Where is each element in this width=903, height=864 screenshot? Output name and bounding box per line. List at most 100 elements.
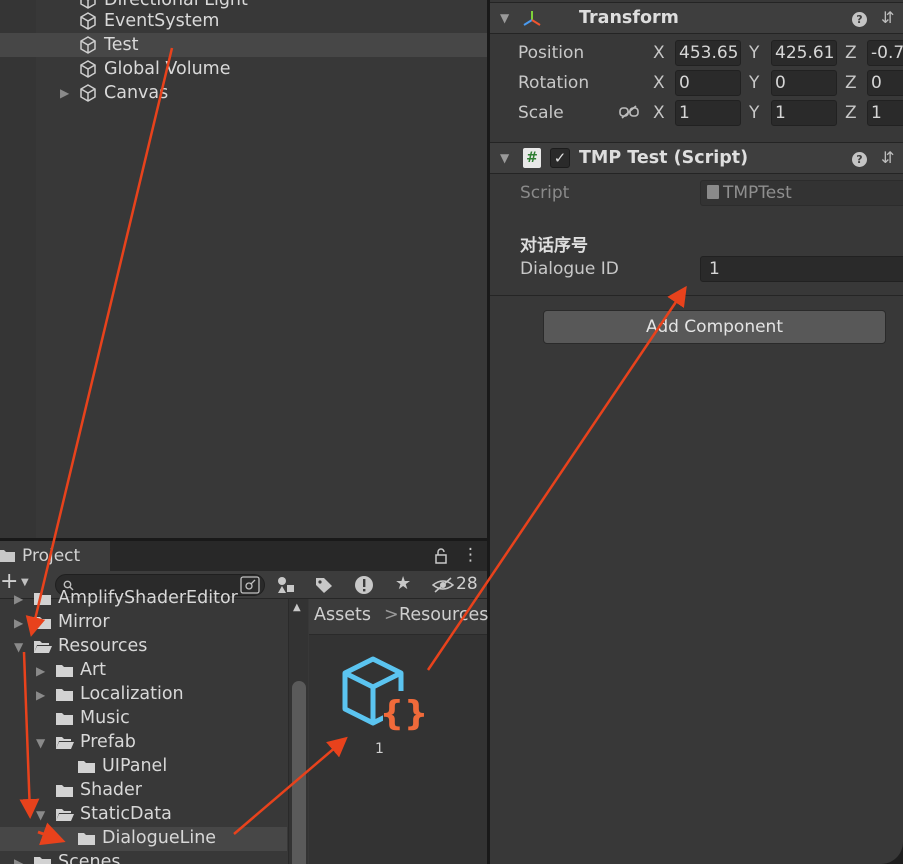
- asset-label: 1: [375, 741, 384, 757]
- presets-icon[interactable]: ⇵: [881, 148, 894, 167]
- expand-arrow-icon[interactable]: ▶: [14, 592, 23, 606]
- tree-scrollbar[interactable]: ▲: [288, 599, 308, 864]
- dialogue-section-header: 对话序号: [520, 236, 588, 256]
- help-icon[interactable]: ?: [852, 152, 867, 167]
- collapse-arrow-icon[interactable]: ▼: [36, 736, 45, 750]
- asset-grid: {} 1: [309, 635, 487, 864]
- open-folder-icon: [56, 737, 74, 749]
- unity-editor-window: Directional Light EventSystem Test Globa…: [0, 0, 903, 864]
- hierarchy-item-global-volume[interactable]: Global Volume: [0, 57, 487, 81]
- constrain-proportions-icon[interactable]: [618, 104, 640, 120]
- asset-item[interactable]: {} 1: [339, 655, 429, 757]
- scale-x-field[interactable]: 1: [675, 100, 741, 126]
- axis-y-label: Y: [749, 43, 760, 63]
- axis-z-label: Z: [845, 103, 857, 123]
- folder-tree-item[interactable]: Music: [0, 707, 287, 731]
- folder-icon: [56, 785, 73, 797]
- log-warning-icon[interactable]: [354, 575, 374, 595]
- folder-icon: [56, 713, 73, 725]
- rotation-x-field[interactable]: 0: [675, 70, 741, 96]
- folder-tree-label: DialogueLine: [102, 828, 217, 848]
- script-reference-value: TMPTest: [723, 183, 792, 203]
- favorites-star-icon[interactable]: ★: [395, 573, 411, 594]
- scrollbar-thumb[interactable]: [292, 681, 306, 864]
- scriptable-object-asset-icon: {}: [342, 656, 428, 734]
- hierarchy-item-label: Global Volume: [104, 59, 231, 79]
- folder-tree-label: Prefab: [80, 732, 136, 752]
- scale-label: Scale: [518, 103, 564, 123]
- hierarchy-item-eventsystem[interactable]: EventSystem: [0, 9, 487, 33]
- folder-tree-item[interactable]: ▶ Mirror: [0, 611, 287, 635]
- folder-tree-item[interactable]: ▼ StaticData: [0, 803, 287, 827]
- axis-y-label: Y: [749, 103, 760, 123]
- folder-tree-item[interactable]: ▶ Localization: [0, 683, 287, 707]
- presets-icon[interactable]: ⇵: [881, 8, 894, 27]
- open-folder-icon: [34, 641, 52, 653]
- folder-tree-item[interactable]: Shader: [0, 779, 287, 803]
- folder-tree-item[interactable]: DialogueLine: [0, 827, 287, 851]
- hierarchy-item-test[interactable]: Test: [0, 33, 487, 57]
- rotation-label: Rotation: [518, 73, 590, 93]
- folder-tree-item[interactable]: ▶ Art: [0, 659, 287, 683]
- folder-tree-label: Shader: [80, 780, 142, 800]
- lock-icon[interactable]: [434, 548, 448, 564]
- svg-text:{}: {}: [380, 694, 428, 734]
- axis-x-label: X: [653, 43, 665, 63]
- fold-arrow-icon[interactable]: ▼: [500, 11, 509, 25]
- expand-arrow-icon[interactable]: ▶: [36, 688, 45, 702]
- breadcrumb-resources[interactable]: Resources: [399, 605, 488, 625]
- expand-arrow-icon[interactable]: ▶: [14, 856, 23, 864]
- component-title: Transform: [579, 8, 679, 28]
- label-tag-icon[interactable]: [314, 576, 334, 594]
- project-tab-bar: Project ⋮: [0, 541, 487, 571]
- help-icon[interactable]: ?: [852, 12, 867, 27]
- tmp-test-script-header[interactable]: ▼ # ✓ TMP Test (Script) ? ⇵: [490, 142, 903, 174]
- folder-icon: [34, 593, 51, 605]
- folder-tree-item[interactable]: UIPanel: [0, 755, 287, 779]
- add-component-button[interactable]: Add Component: [543, 310, 886, 344]
- folder-icon: [0, 550, 15, 562]
- folder-icon: [78, 761, 95, 773]
- rotation-z-field[interactable]: 0: [867, 70, 903, 96]
- position-y-field[interactable]: 425.61: [771, 40, 837, 66]
- scale-z-field[interactable]: 1: [867, 100, 903, 126]
- folder-tree-label: Scenes: [58, 852, 121, 864]
- folder-tree-label: UIPanel: [102, 756, 168, 776]
- expand-arrow-icon[interactable]: ▶: [36, 664, 45, 678]
- folder-tree-item[interactable]: ▼ Prefab: [0, 731, 287, 755]
- folder-tree-item[interactable]: ▶ Scenes: [0, 851, 287, 864]
- collapse-arrow-icon[interactable]: ▼: [36, 808, 45, 822]
- script-reference-field: TMPTest: [700, 180, 903, 206]
- rotation-y-field[interactable]: 0: [771, 70, 837, 96]
- more-options-icon[interactable]: ⋮: [462, 545, 479, 565]
- transform-header[interactable]: ▼ Transform ? ⇵: [490, 2, 903, 34]
- hierarchy-item-canvas[interactable]: ▶ Canvas: [0, 81, 487, 105]
- transform-axes-icon: [523, 11, 541, 26]
- script-file-icon: [707, 185, 719, 199]
- axis-z-label: Z: [845, 43, 857, 63]
- collapse-arrow-icon[interactable]: ▼: [14, 640, 23, 654]
- folder-icon: [56, 665, 73, 677]
- scale-y-field[interactable]: 1: [771, 100, 837, 126]
- dialogue-id-label: Dialogue ID: [520, 259, 619, 279]
- folder-tree-item[interactable]: ▶ AmplifyShaderEditor: [0, 587, 287, 611]
- hierarchy-item-label: Canvas: [104, 83, 169, 103]
- folder-tree-label: Art: [80, 660, 107, 680]
- fold-arrow-icon[interactable]: ▼: [500, 151, 509, 165]
- hierarchy-item-label: Test: [104, 35, 139, 55]
- folder-tree-label: Resources: [58, 636, 148, 656]
- folder-tree-item[interactable]: ▼ Resources: [0, 635, 287, 659]
- position-x-field[interactable]: 453.65: [675, 40, 741, 66]
- expand-arrow-icon[interactable]: ▶: [14, 616, 23, 630]
- scroll-up-arrow-icon[interactable]: ▲: [293, 602, 301, 613]
- breadcrumb-assets[interactable]: Assets: [314, 605, 371, 625]
- hidden-packages-eye-icon[interactable]: [432, 577, 454, 593]
- tab-project-label: Project: [22, 546, 81, 566]
- tab-project[interactable]: Project: [0, 541, 110, 571]
- position-z-field[interactable]: -0.7: [867, 40, 903, 66]
- folder-icon: [78, 833, 95, 845]
- component-enabled-checkbox[interactable]: ✓: [550, 148, 570, 168]
- dialogue-id-field[interactable]: 1: [700, 256, 903, 282]
- expand-arrow-icon[interactable]: ▶: [60, 86, 72, 100]
- folder-tree-label: AmplifyShaderEditor: [58, 588, 238, 608]
